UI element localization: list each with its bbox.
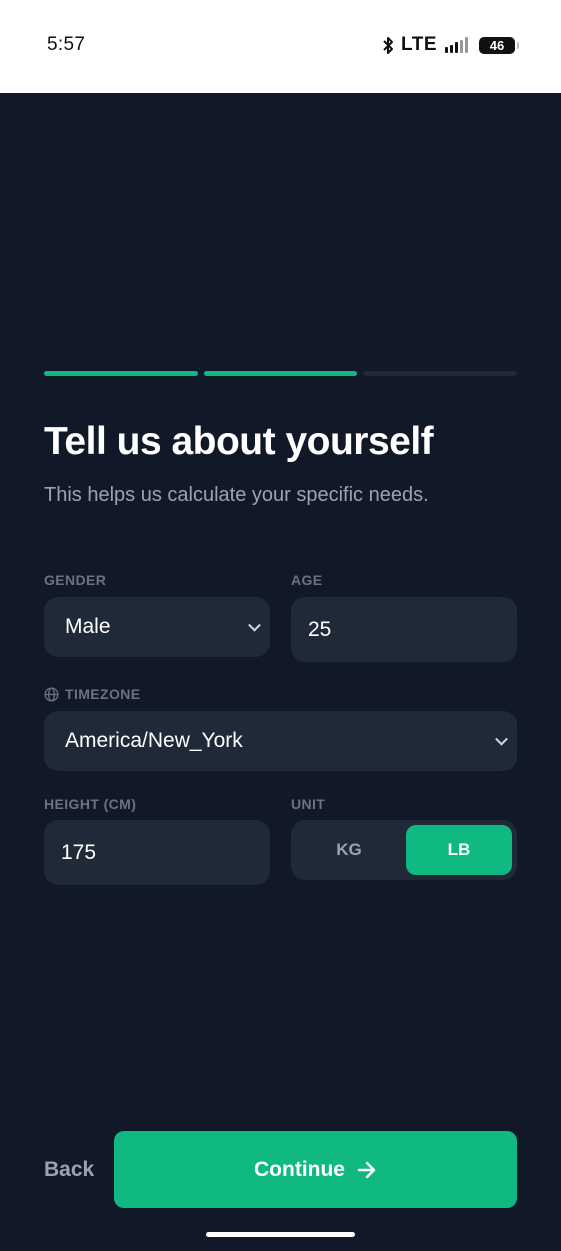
back-button-label: Back xyxy=(44,1157,95,1181)
height-label: HEIGHT (CM) xyxy=(44,796,136,812)
battery-icon: 46 xyxy=(479,36,519,54)
gender-select[interactable]: Male xyxy=(44,597,270,657)
bluetooth-icon xyxy=(383,36,394,54)
arrow-right-icon xyxy=(357,1161,376,1178)
height-label-text: HEIGHT (CM) xyxy=(44,796,137,812)
status-time: 5:57 xyxy=(47,34,86,55)
step-progress xyxy=(44,371,518,376)
unit-label-text: UNIT xyxy=(291,796,326,812)
age-value: 25 xyxy=(308,617,332,641)
age-label: AGE xyxy=(291,572,323,588)
unit-option-lb[interactable]: LB xyxy=(406,825,512,875)
home-indicator[interactable] xyxy=(206,1232,355,1237)
status-icons: LTE 46 xyxy=(381,33,519,57)
signal-icon xyxy=(445,37,468,53)
chevron-down-icon xyxy=(495,732,508,746)
battery-level: 46 xyxy=(489,37,505,53)
onboarding-screen: Tell us about yourself This helps us cal… xyxy=(0,93,561,1251)
page-title: Tell us about yourself xyxy=(44,420,434,463)
timezone-value: America/New_York xyxy=(65,729,243,752)
timezone-label: TIMEZONE xyxy=(44,686,141,702)
progress-step-3 xyxy=(363,371,518,376)
age-input[interactable]: 25 xyxy=(291,597,517,662)
height-value: 175 xyxy=(61,840,97,864)
network-type: LTE xyxy=(401,34,437,55)
page-subtitle: This helps us calculate your specific ne… xyxy=(44,484,429,506)
gender-label: GENDER xyxy=(44,572,106,588)
unit-label: UNIT xyxy=(291,796,325,812)
timezone-select[interactable]: America/New_York xyxy=(44,711,517,771)
globe-icon xyxy=(44,686,59,702)
chevron-down-icon xyxy=(248,618,261,632)
status-bar: 5:57 LTE 46 xyxy=(0,0,561,93)
progress-step-2 xyxy=(203,371,358,376)
age-label-text: AGE xyxy=(291,572,323,588)
gender-label-text: GENDER xyxy=(44,572,107,588)
continue-button-label: Continue xyxy=(254,1157,345,1181)
timezone-label-text: TIMEZONE xyxy=(65,686,141,702)
height-input[interactable]: 175 xyxy=(44,820,270,885)
progress-step-1 xyxy=(44,371,198,376)
unit-option-kg[interactable]: KG xyxy=(296,825,402,875)
unit-toggle: KG LB xyxy=(291,820,517,880)
continue-button[interactable]: Continue xyxy=(114,1131,517,1208)
back-button[interactable]: Back xyxy=(44,1131,104,1208)
gender-value: Male xyxy=(65,615,111,638)
